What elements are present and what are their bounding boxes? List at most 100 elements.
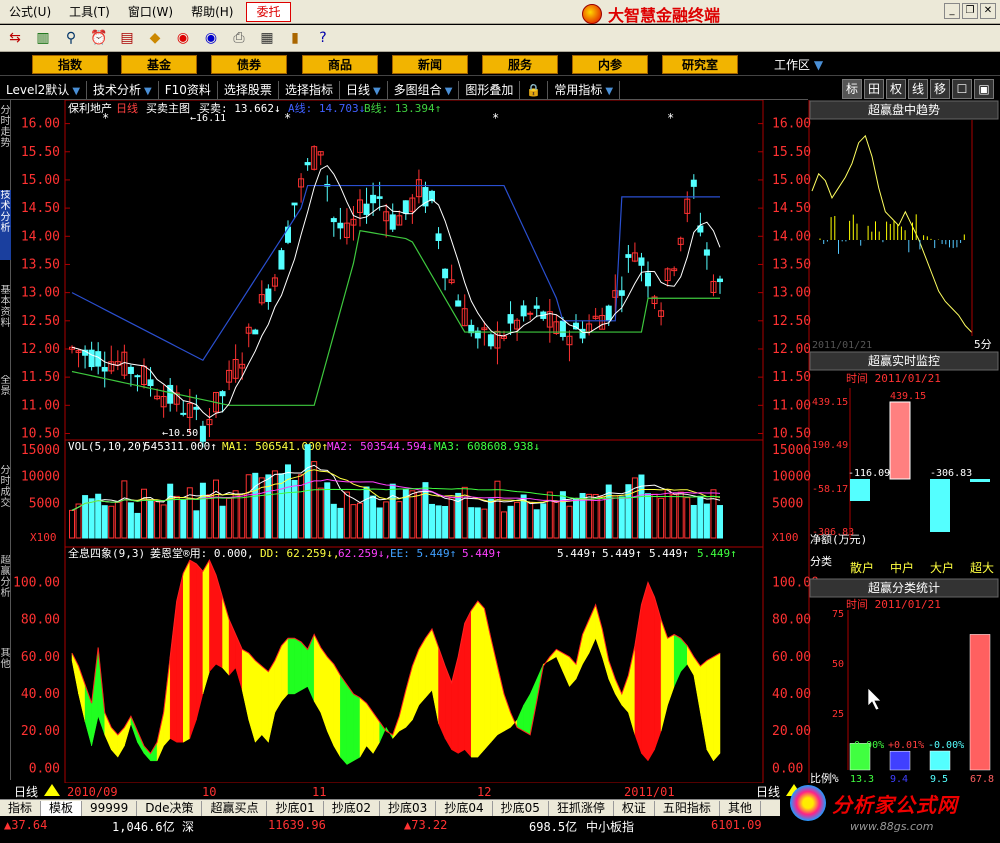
vol-value: 545311.000↑ [144, 440, 217, 453]
volume-bar [193, 510, 200, 539]
indicator-band [471, 600, 479, 758]
indicator-band [169, 601, 177, 743]
vtab-chaoying[interactable]: 超赢分析 [0, 555, 11, 615]
books-icon[interactable]: ▮ [284, 28, 306, 48]
lock-icon[interactable]: 🔒 [520, 80, 549, 99]
news-icon[interactable]: ▤ [116, 28, 138, 48]
monitor-bars: 439.15190.49-58.17-306.83439.15-116.09 -3… [812, 388, 990, 540]
indicator-band [457, 623, 465, 754]
monitor-bar-super [970, 479, 990, 482]
tab-grid[interactable]: 田 [864, 79, 884, 99]
entrust-button[interactable]: 委托 [246, 1, 291, 22]
print-icon[interactable]: ⎙ [228, 28, 250, 48]
workspace-label[interactable]: 工作区 ▼ [774, 56, 823, 73]
vtab-intraday[interactable]: 分时走势 [0, 105, 11, 185]
tab-move[interactable]: 移 [930, 79, 950, 99]
cat-service-button[interactable]: 服务 [482, 55, 558, 74]
cat-news-button[interactable]: 新闻 [392, 55, 468, 74]
btab-bottom03[interactable]: 抄底03 [380, 800, 437, 816]
calendar-icon[interactable]: ▦ [256, 28, 278, 48]
menu-help[interactable]: 帮助(H) [182, 1, 242, 23]
trend-panel: 超赢盘中趋势 2011/01/21 5分 [809, 100, 999, 351]
btab-warrant[interactable]: 权证 [614, 800, 655, 816]
chart-area[interactable]: 保利地产 日线 买卖主图 买卖: 13.662↓ A线: 14.703↓ B线:… [12, 100, 1000, 800]
ind-tick-label-left: 100.00 [13, 575, 60, 590]
bars-icon[interactable]: ▥ [32, 28, 54, 48]
sub-select-indicator[interactable]: 选择指标 [279, 80, 340, 99]
btab-other[interactable]: 其他 [720, 800, 761, 816]
vtab-other[interactable]: 其他 [0, 648, 11, 678]
btab-limitup[interactable]: 狂抓涨停 [549, 800, 614, 816]
btab-bottom05[interactable]: 抄底05 [493, 800, 549, 816]
indicator-band [340, 674, 348, 766]
btab-bottom04[interactable]: 抄底04 [436, 800, 493, 816]
volume-bar [82, 495, 89, 539]
sub-daily[interactable]: 日线 ▼ [340, 80, 388, 99]
restore-icon[interactable]: ❐ [962, 3, 978, 19]
candle-body [180, 412, 187, 415]
volume-bar [415, 491, 422, 539]
class-label: 超大 [970, 560, 994, 575]
vtab-panorama[interactable]: 全景 [0, 375, 11, 405]
cat-index-button[interactable]: 指数 [32, 55, 108, 74]
volume-bar [573, 498, 579, 539]
f10-red-icon[interactable]: ◉ [172, 28, 194, 48]
btab-template[interactable]: 模板 [41, 800, 83, 816]
btab-dde[interactable]: Dde决策 [137, 800, 203, 816]
diamond-icon[interactable]: ◆ [144, 28, 166, 48]
alarm-icon[interactable]: ⏰ [88, 28, 110, 48]
mouse-cursor-icon [867, 687, 882, 711]
price-tick-label-right: 15.00 [772, 173, 811, 188]
tab-rights[interactable]: 权 [886, 79, 906, 99]
cat-bond-button[interactable]: 债券 [211, 55, 287, 74]
cat-commodity-button[interactable]: 商品 [302, 55, 378, 74]
tab-window[interactable]: ▣ [974, 79, 994, 99]
btab-indicator[interactable]: 指标 [0, 800, 42, 816]
tab-box[interactable]: ☐ [952, 79, 972, 99]
vtab-basic[interactable]: 基本资料 [0, 285, 11, 345]
vtab-tech[interactable]: 技术分析 [0, 190, 11, 260]
candle-body [337, 222, 344, 229]
minimize-icon[interactable]: _ [944, 3, 960, 19]
sub-level2[interactable]: Level2默认 ▼ [0, 80, 88, 99]
cat-research-button[interactable]: 研究室 [662, 55, 738, 74]
sub-overlay[interactable]: 图形叠加 [459, 80, 521, 99]
volume-bars [69, 444, 723, 539]
sub-tech-analysis[interactable]: 技术分析 ▼ [87, 80, 159, 99]
app-title-text: 大智慧金融终端 [608, 6, 721, 25]
tab-mark[interactable]: 标 [842, 79, 862, 99]
menu-window[interactable]: 窗口(W) [119, 1, 182, 23]
stat-bars: 75502513.3 9.4 9.5 67.8-0.00% +0.01% -0.00% [832, 609, 994, 785]
cat-insider-button[interactable]: 内参 [572, 55, 648, 74]
price-tick-label-right: 11.50 [772, 370, 811, 385]
btab-bottom01[interactable]: 抄底01 [267, 800, 324, 816]
binoculars-icon[interactable]: ⚲ [60, 28, 82, 48]
indicator-band [196, 563, 204, 721]
sub-select-stock[interactable]: 选择股票 [218, 80, 279, 99]
tab-line[interactable]: 线 [908, 79, 928, 99]
monitor-bar-neg1-label: -116.09 [848, 468, 890, 479]
quote-icon[interactable]: ⇆ [4, 28, 26, 48]
btab-fiveyang[interactable]: 五阳指标 [655, 800, 720, 816]
indicator-band [104, 712, 112, 750]
sub-f10[interactable]: F10资料 [159, 80, 218, 99]
sub-common-indicator[interactable]: 常用指标 ▼ [548, 80, 621, 99]
btab-buypoint[interactable]: 超赢买点 [202, 800, 268, 816]
status-board-name: 中小板指 [586, 820, 635, 834]
ind-dd2: 62.259↓, [338, 547, 391, 560]
btab-bottom02[interactable]: 抄底02 [324, 800, 381, 816]
help-cursor-icon[interactable]: ? [312, 28, 334, 48]
volume-bar [343, 491, 350, 539]
menu-tools[interactable]: 工具(T) [60, 1, 119, 23]
close-icon[interactable]: ✕ [980, 3, 996, 19]
price-tick-label-left: 11.50 [21, 370, 60, 385]
btab-99999[interactable]: 99999 [82, 800, 138, 816]
menu-formula[interactable]: 公式(U) [0, 1, 60, 23]
volume-bar [612, 495, 619, 539]
cat-fund-button[interactable]: 基金 [121, 55, 197, 74]
volume-bar [108, 505, 115, 539]
candle-body [520, 305, 527, 317]
f10-blue-icon[interactable]: ◉ [200, 28, 222, 48]
sub-multi-chart[interactable]: 多图组合 ▼ [388, 80, 460, 99]
vtab-ticks[interactable]: 分时成交 [0, 465, 11, 515]
